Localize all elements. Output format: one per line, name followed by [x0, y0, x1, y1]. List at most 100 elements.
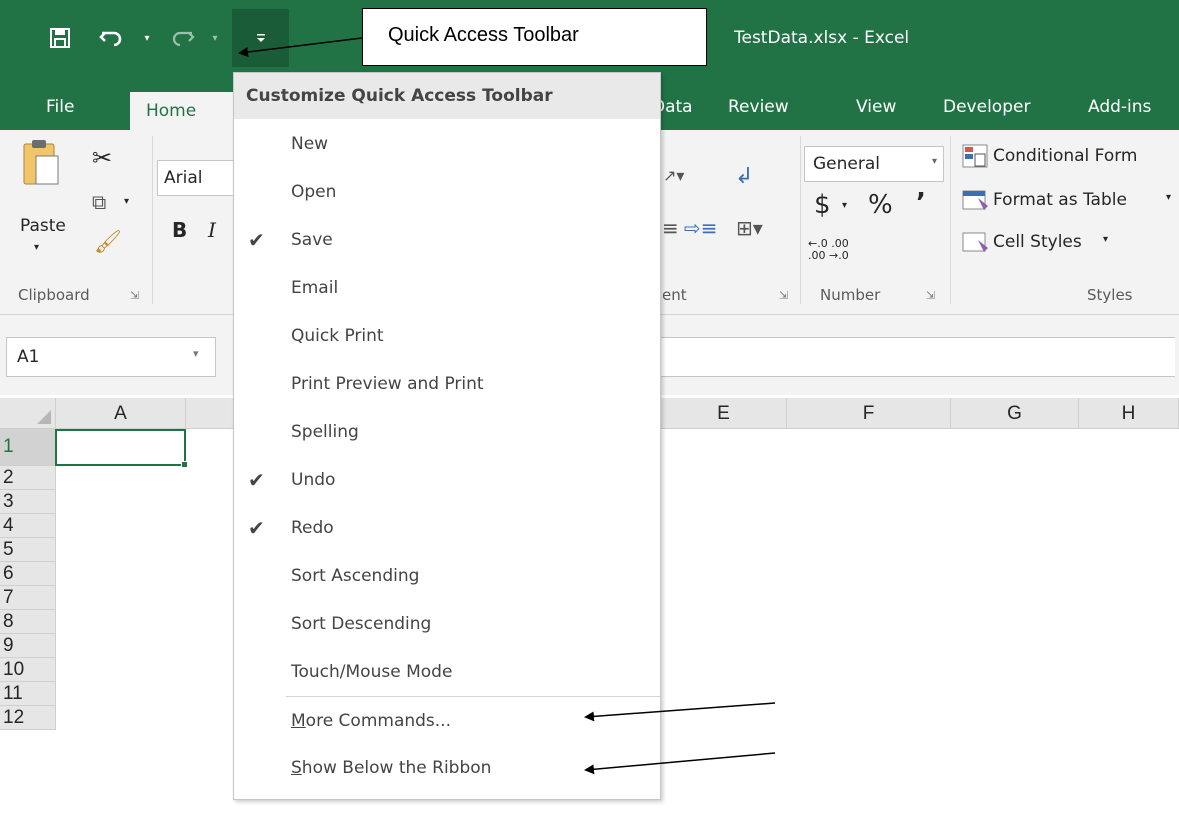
tab-data[interactable]: Data: [658, 88, 700, 130]
paste-dropdown-icon[interactable]: ▾: [34, 242, 39, 253]
group-divider: [800, 136, 801, 304]
menu-item-more-commands[interactable]: More Commands...: [234, 697, 660, 744]
row-header[interactable]: 9: [0, 634, 56, 658]
clipboard-group-label: Clipboard: [18, 286, 90, 304]
formula-input[interactable]: [660, 337, 1175, 377]
column-header-a[interactable]: A: [56, 398, 186, 429]
select-all-icon: [37, 410, 51, 424]
menu-item-label: ore Commands...: [305, 711, 451, 731]
cell-styles-button[interactable]: Cell Styles: [993, 232, 1082, 252]
tab-file[interactable]: File: [46, 88, 74, 130]
menu-item-new[interactable]: New: [234, 120, 660, 168]
chevron-down-icon[interactable]: ▾: [193, 347, 199, 360]
row-header[interactable]: 7: [0, 586, 56, 610]
currency-button[interactable]: $: [814, 190, 831, 220]
menu-item-touch-mouse-mode[interactable]: Touch/Mouse Mode: [234, 648, 660, 696]
column-header-f[interactable]: F: [787, 398, 951, 429]
menu-item-quick-print[interactable]: Quick Print: [234, 312, 660, 360]
menu-item-spelling[interactable]: Spelling: [234, 408, 660, 456]
redo-dropdown-icon[interactable]: ▾: [208, 18, 222, 58]
conditional-formatting-button[interactable]: Conditional Form: [993, 146, 1138, 166]
orientation-icon[interactable]: ↗▾: [663, 166, 684, 185]
undo-dropdown-icon[interactable]: ▾: [140, 18, 154, 58]
menu-item-label: Open: [291, 182, 337, 202]
number-launcher-icon[interactable]: ⇲: [926, 289, 935, 302]
column-header-g[interactable]: G: [951, 398, 1079, 429]
tab-view[interactable]: View: [856, 88, 896, 130]
column-header-b[interactable]: [186, 398, 234, 429]
copy-dropdown-icon[interactable]: ▾: [124, 196, 129, 207]
menu-item-label: New: [291, 134, 329, 154]
paste-icon[interactable]: [22, 140, 59, 185]
number-format-select[interactable]: General ▾: [804, 146, 944, 182]
row-header[interactable]: 2: [0, 466, 56, 490]
menu-item-undo[interactable]: ✔ Undo: [234, 456, 660, 504]
font-name-value: Arial: [164, 168, 203, 188]
format-as-table-button[interactable]: Format as Table: [993, 190, 1127, 210]
customize-qat-button[interactable]: [232, 9, 289, 67]
number-format-value: General: [813, 154, 880, 174]
row-header[interactable]: 3: [0, 490, 56, 514]
row-header[interactable]: 10: [0, 658, 56, 682]
alignment-launcher-icon[interactable]: ⇲: [779, 289, 788, 302]
italic-button[interactable]: I: [208, 218, 216, 242]
row-header[interactable]: 4: [0, 514, 56, 538]
bold-button[interactable]: B: [172, 218, 187, 242]
increase-decimal-button[interactable]: ←.0 .00 .00 →.0: [808, 238, 868, 262]
row-header[interactable]: 1: [0, 429, 56, 466]
menu-item-print-preview[interactable]: Print Preview and Print: [234, 360, 660, 408]
column-header-h[interactable]: H: [1079, 398, 1179, 429]
menu-item-sort-ascending[interactable]: Sort Ascending: [234, 552, 660, 600]
tab-add-ins[interactable]: Add-ins: [1088, 88, 1151, 130]
menu-item-label: Sort Ascending: [291, 566, 420, 586]
menu-item-sort-descending[interactable]: Sort Descending: [234, 600, 660, 648]
copy-icon[interactable]: ⧉: [92, 190, 106, 214]
fill-handle[interactable]: [181, 461, 188, 468]
menu-item-label: Print Preview and Print: [291, 374, 484, 394]
tab-home[interactable]: Home: [130, 92, 234, 130]
name-box[interactable]: A1 ▾: [6, 337, 216, 377]
select-all-button[interactable]: [0, 398, 56, 429]
format-as-table-dropdown-icon[interactable]: ▾: [1166, 192, 1171, 203]
menu-header: Customize Quick Access Toolbar: [234, 73, 660, 119]
save-icon[interactable]: [40, 18, 80, 58]
row-header[interactable]: 5: [0, 538, 56, 562]
menu-item-label: Spelling: [291, 422, 359, 442]
format-painter-icon[interactable]: 🖌: [94, 230, 122, 255]
cell-styles-dropdown-icon[interactable]: ▾: [1103, 234, 1108, 245]
tab-review[interactable]: Review: [728, 88, 789, 130]
decrease-decimal-label: .00 →.0: [808, 249, 849, 262]
column-header-e[interactable]: E: [661, 398, 787, 429]
paste-label[interactable]: Paste: [20, 216, 66, 236]
increase-indent-icon[interactable]: ⇨≡: [684, 216, 718, 240]
wrap-text-icon[interactable]: ↲: [735, 164, 753, 189]
row-header[interactable]: 12: [0, 706, 56, 730]
currency-dropdown-icon[interactable]: ▾: [842, 200, 847, 211]
conditional-format-icon: [962, 144, 992, 170]
undo-icon[interactable]: [92, 18, 132, 58]
row-header[interactable]: 6: [0, 562, 56, 586]
styles-group-label: Styles: [1087, 286, 1133, 304]
menu-item-show-below-ribbon[interactable]: Show Below the Ribbon: [234, 744, 660, 791]
font-name-box[interactable]: Arial: [157, 160, 237, 196]
comma-button[interactable]: ’: [916, 188, 926, 218]
callout-box: Quick Access Toolbar: [362, 8, 707, 66]
clipboard-launcher-icon[interactable]: ⇲: [130, 289, 139, 302]
cut-icon[interactable]: ✂: [92, 144, 112, 172]
checkmark-icon: ✔: [248, 468, 265, 492]
percent-button[interactable]: %: [868, 190, 893, 220]
menu-item-open[interactable]: Open: [234, 168, 660, 216]
redo-icon[interactable]: [162, 18, 202, 58]
menu-item-save[interactable]: ✔ Save: [234, 216, 660, 264]
row-header[interactable]: 8: [0, 610, 56, 634]
merge-center-icon[interactable]: ⊞▾: [736, 216, 763, 240]
tab-developer[interactable]: Developer: [943, 88, 1030, 130]
callout-label: Quick Access Toolbar: [388, 24, 579, 46]
row-header[interactable]: 11: [0, 682, 56, 706]
menu-item-email[interactable]: Email: [234, 264, 660, 312]
decrease-indent-icon[interactable]: ≡: [662, 216, 679, 240]
menu-item-redo[interactable]: ✔ Redo: [234, 504, 660, 552]
selected-cell[interactable]: [55, 429, 186, 466]
menu-item-label: Touch/Mouse Mode: [291, 662, 453, 682]
group-divider: [152, 136, 153, 304]
